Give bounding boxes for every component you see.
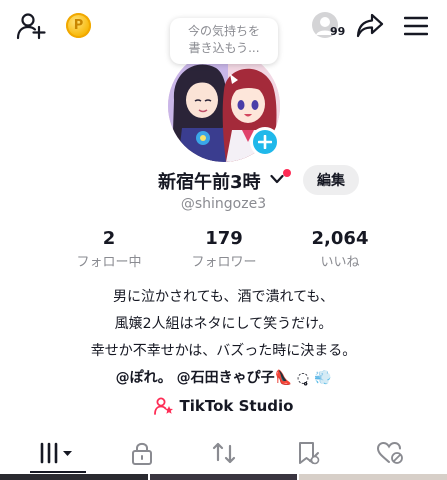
video-thumbnail[interactable] — [299, 474, 447, 480]
followers-stat[interactable]: 179 フォロワー — [174, 228, 274, 270]
likes-label: いいね — [320, 255, 360, 270]
add-friend-button[interactable] — [14, 10, 48, 42]
grid-bars-icon — [40, 442, 72, 464]
following-label: フォロー中 — [76, 255, 142, 270]
following-count: 2 — [102, 228, 116, 249]
display-name[interactable]: 新宿午前3時 — [158, 168, 261, 194]
lock-icon — [132, 442, 152, 465]
tiktok-studio-link[interactable]: TikTok Studio — [0, 394, 447, 418]
edit-profile-button[interactable]: 編集 — [303, 165, 359, 195]
active-tab-indicator — [30, 471, 86, 473]
followers-label: フォロワー — [191, 255, 257, 270]
tiktok-studio-label: TikTok Studio — [179, 397, 294, 415]
share-profile-button[interactable] — [354, 10, 386, 42]
video-thumbnail[interactable] — [149, 474, 298, 480]
bio-line-3: 幸せか不幸せかは、バズった時に決まる。 — [90, 343, 357, 359]
coin-button[interactable]: P — [66, 13, 91, 38]
status-note-bubble[interactable]: 今の気持ちを 書き込もう... — [170, 18, 278, 64]
bio-line-1: 男に泣かされても、酒で潰れても、 — [113, 289, 334, 305]
user-handle: @shingoze3 — [180, 196, 267, 212]
bio-line-2: 風嬢2人組はネタにして笑うだけ。 — [114, 316, 333, 332]
hamburger-menu-icon — [404, 16, 428, 36]
profile-stats: 2 フォロー中 179 フォロワー 2,064 いいね — [0, 228, 447, 272]
tab-saved[interactable] — [278, 434, 338, 472]
name-row: 新宿午前3時 編集 — [0, 165, 447, 197]
video-grid-top — [0, 474, 447, 480]
following-stat[interactable]: 2 フォロー中 — [59, 228, 159, 270]
tab-liked[interactable] — [360, 434, 420, 472]
visitor-count: 99 — [330, 25, 346, 38]
chevron-down-icon[interactable] — [270, 174, 284, 184]
add-story-button[interactable] — [250, 127, 280, 157]
person-plus-icon — [16, 13, 46, 40]
share-arrow-icon — [356, 13, 384, 38]
bio-mentions[interactable]: @ぽれ。 @石田きゃぴ子👠 ◌̥̥̥ 💨 — [0, 365, 447, 392]
profile-bio: 男に泣かされても、酒で潰れても、 風嬢2人組はネタにして笑うだけ。 幸せか不幸せ… — [0, 284, 447, 392]
status-note-line-2: 書き込もう... — [188, 41, 260, 55]
likes-stat[interactable]: 2,064 いいね — [290, 228, 390, 270]
menu-button[interactable] — [402, 12, 430, 40]
tab-videos[interactable] — [28, 434, 88, 472]
coin-icon: P — [73, 18, 84, 33]
status-note-line-1: 今の気持ちを — [187, 24, 260, 38]
followers-count: 179 — [205, 228, 243, 249]
repost-icon — [212, 442, 236, 464]
studio-person-icon — [153, 397, 173, 415]
plus-icon — [258, 135, 272, 149]
tab-reposts[interactable] — [194, 434, 254, 472]
profile-tabs — [0, 434, 447, 473]
profile-visitors-button[interactable]: 99 — [308, 8, 350, 42]
bookmark-icon — [299, 442, 320, 465]
video-thumbnail[interactable] — [0, 474, 148, 480]
tab-private[interactable] — [112, 434, 172, 472]
notification-dot — [283, 169, 291, 177]
likes-count: 2,064 — [311, 228, 369, 249]
heart-icon — [376, 441, 403, 464]
